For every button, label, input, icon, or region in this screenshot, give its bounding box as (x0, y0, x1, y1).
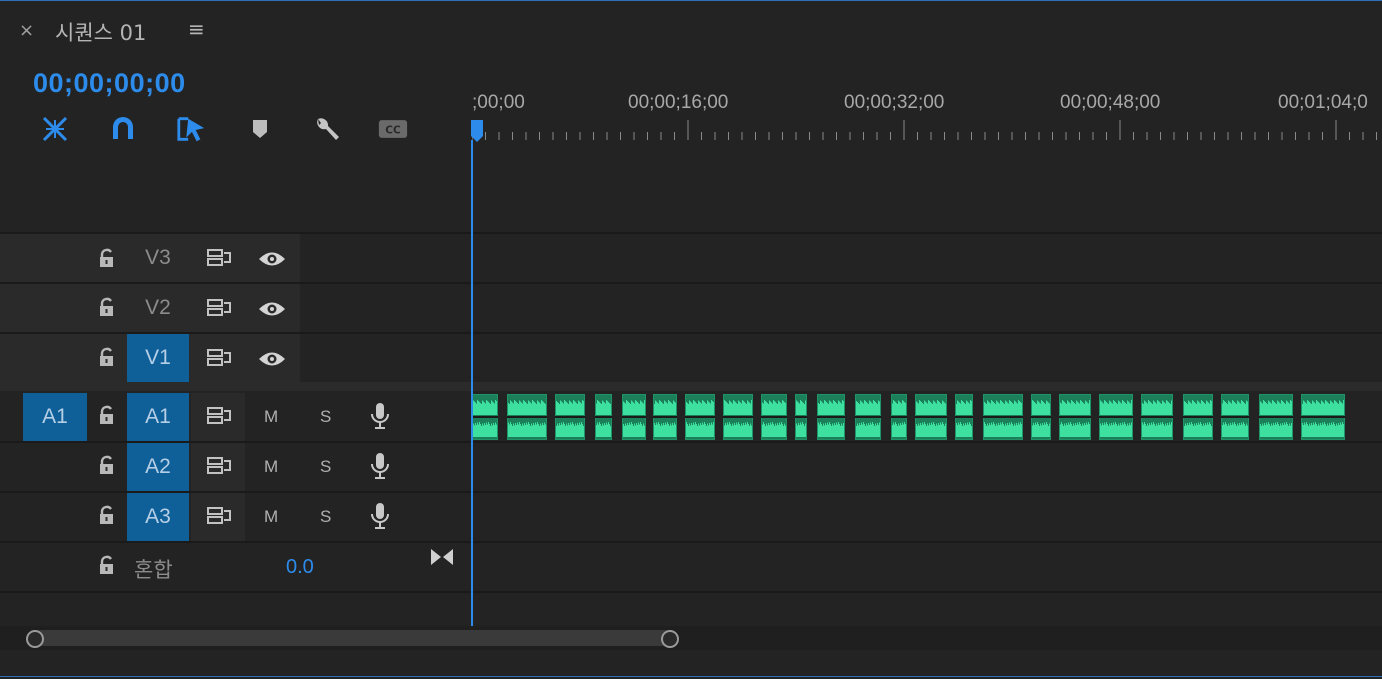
audio-clip[interactable] (1301, 394, 1345, 440)
track-target-v3[interactable]: V3 (127, 234, 189, 282)
linked-selection-icon[interactable] (176, 114, 206, 144)
ruler-time-label: 00;01;04;0 (1278, 92, 1368, 113)
lock-icon[interactable] (97, 248, 117, 270)
video-headroom-area (0, 148, 1382, 232)
mute-button[interactable]: M (264, 457, 278, 477)
ruler-time-label: ;00;00 (472, 92, 525, 113)
eye-icon[interactable] (257, 348, 287, 370)
microphone-icon[interactable] (369, 502, 391, 530)
audio-clip[interactable] (622, 394, 646, 440)
track-target-v2[interactable]: V2 (127, 284, 189, 332)
mute-button[interactable]: M (264, 507, 278, 527)
mute-button[interactable]: M (264, 407, 278, 427)
solo-button[interactable]: S (320, 507, 331, 527)
bowtie-icon[interactable] (429, 546, 455, 568)
lock-icon[interactable] (97, 297, 117, 319)
lock-icon[interactable] (97, 455, 117, 477)
sync-lock-icon[interactable] (205, 504, 233, 528)
track-target-a3[interactable]: A3 (127, 493, 189, 541)
audio-clip[interactable] (507, 394, 547, 440)
audio-clip[interactable] (1141, 394, 1173, 440)
sync-lock-icon[interactable] (205, 296, 233, 320)
magnet-icon[interactable] (108, 114, 138, 144)
microphone-icon[interactable] (369, 402, 391, 430)
audio-clip[interactable] (653, 394, 677, 440)
source-patch-a1[interactable]: A1 (23, 393, 87, 441)
audio-clip[interactable] (595, 394, 612, 440)
audio-clip[interactable] (1183, 394, 1213, 440)
zoom-scrollbar-thumb[interactable] (33, 630, 673, 646)
track-target-a2[interactable]: A2 (127, 443, 189, 491)
audio-clip[interactable] (891, 394, 907, 440)
audio-clip[interactable] (1099, 394, 1133, 440)
playhead-timecode[interactable]: 00;00;00;00 (33, 68, 186, 99)
eye-icon[interactable] (257, 298, 287, 320)
audio-clip[interactable] (855, 394, 881, 440)
audio-clip[interactable] (723, 394, 753, 440)
audio-clip[interactable] (817, 394, 845, 440)
time-ruler[interactable] (472, 120, 1382, 146)
audio-clip[interactable] (1031, 394, 1051, 440)
audio-clip[interactable] (685, 394, 715, 440)
audio-clip[interactable] (915, 394, 947, 440)
sequence-tab-title[interactable]: 시퀀스 01 (55, 17, 146, 47)
wrench-icon[interactable] (312, 114, 342, 144)
audio-clip[interactable] (1221, 394, 1249, 440)
lock-icon[interactable] (97, 405, 117, 427)
closed-caption-icon[interactable]: CC (378, 114, 408, 144)
zoom-scrollbar-left-handle[interactable] (26, 630, 44, 648)
solo-button[interactable]: S (320, 457, 331, 477)
ruler-time-label: 00;00;32;00 (844, 92, 945, 113)
snap-icon[interactable] (40, 114, 70, 144)
panel-focus-border-bottom (0, 676, 1382, 677)
panel-menu-icon[interactable]: ≡ (188, 17, 205, 41)
lock-icon[interactable] (97, 347, 117, 369)
ruler-time-label: 00;00;16;00 (628, 92, 729, 113)
mix-track-label: 혼합 (134, 558, 173, 582)
sync-lock-icon[interactable] (205, 404, 233, 428)
eye-icon[interactable] (257, 248, 287, 270)
solo-button[interactable]: S (320, 407, 331, 427)
audio-clip[interactable] (1259, 394, 1293, 440)
mix-volume-value[interactable]: 0.0 (286, 556, 314, 579)
track-row-mix (0, 543, 1382, 591)
zoom-scrollbar-right-handle[interactable] (661, 630, 679, 648)
audio-clip[interactable] (795, 394, 807, 440)
playhead-line[interactable] (471, 140, 473, 626)
microphone-icon[interactable] (369, 452, 391, 480)
audio-clip[interactable] (983, 394, 1023, 440)
audio-clip[interactable] (955, 394, 973, 440)
audio-clip[interactable] (472, 394, 498, 440)
sync-lock-icon[interactable] (205, 246, 233, 270)
panel-focus-border-top (0, 0, 1382, 1)
audio-clip[interactable] (555, 394, 585, 440)
lock-icon[interactable] (97, 555, 117, 577)
sync-lock-icon[interactable] (205, 346, 233, 370)
sync-lock-icon[interactable] (205, 454, 233, 478)
track-target-a1[interactable]: A1 (127, 393, 189, 441)
marker-icon[interactable] (245, 114, 275, 144)
close-panel-button[interactable]: × (19, 20, 34, 41)
audio-clip[interactable] (1059, 394, 1091, 440)
track-target-v1[interactable]: V1 (127, 334, 189, 382)
playhead-handle[interactable] (471, 120, 483, 142)
svg-text:CC: CC (385, 124, 401, 136)
lock-icon[interactable] (97, 505, 117, 527)
audio-clip[interactable] (761, 394, 787, 440)
ruler-time-label: 00;00;48;00 (1060, 92, 1161, 113)
